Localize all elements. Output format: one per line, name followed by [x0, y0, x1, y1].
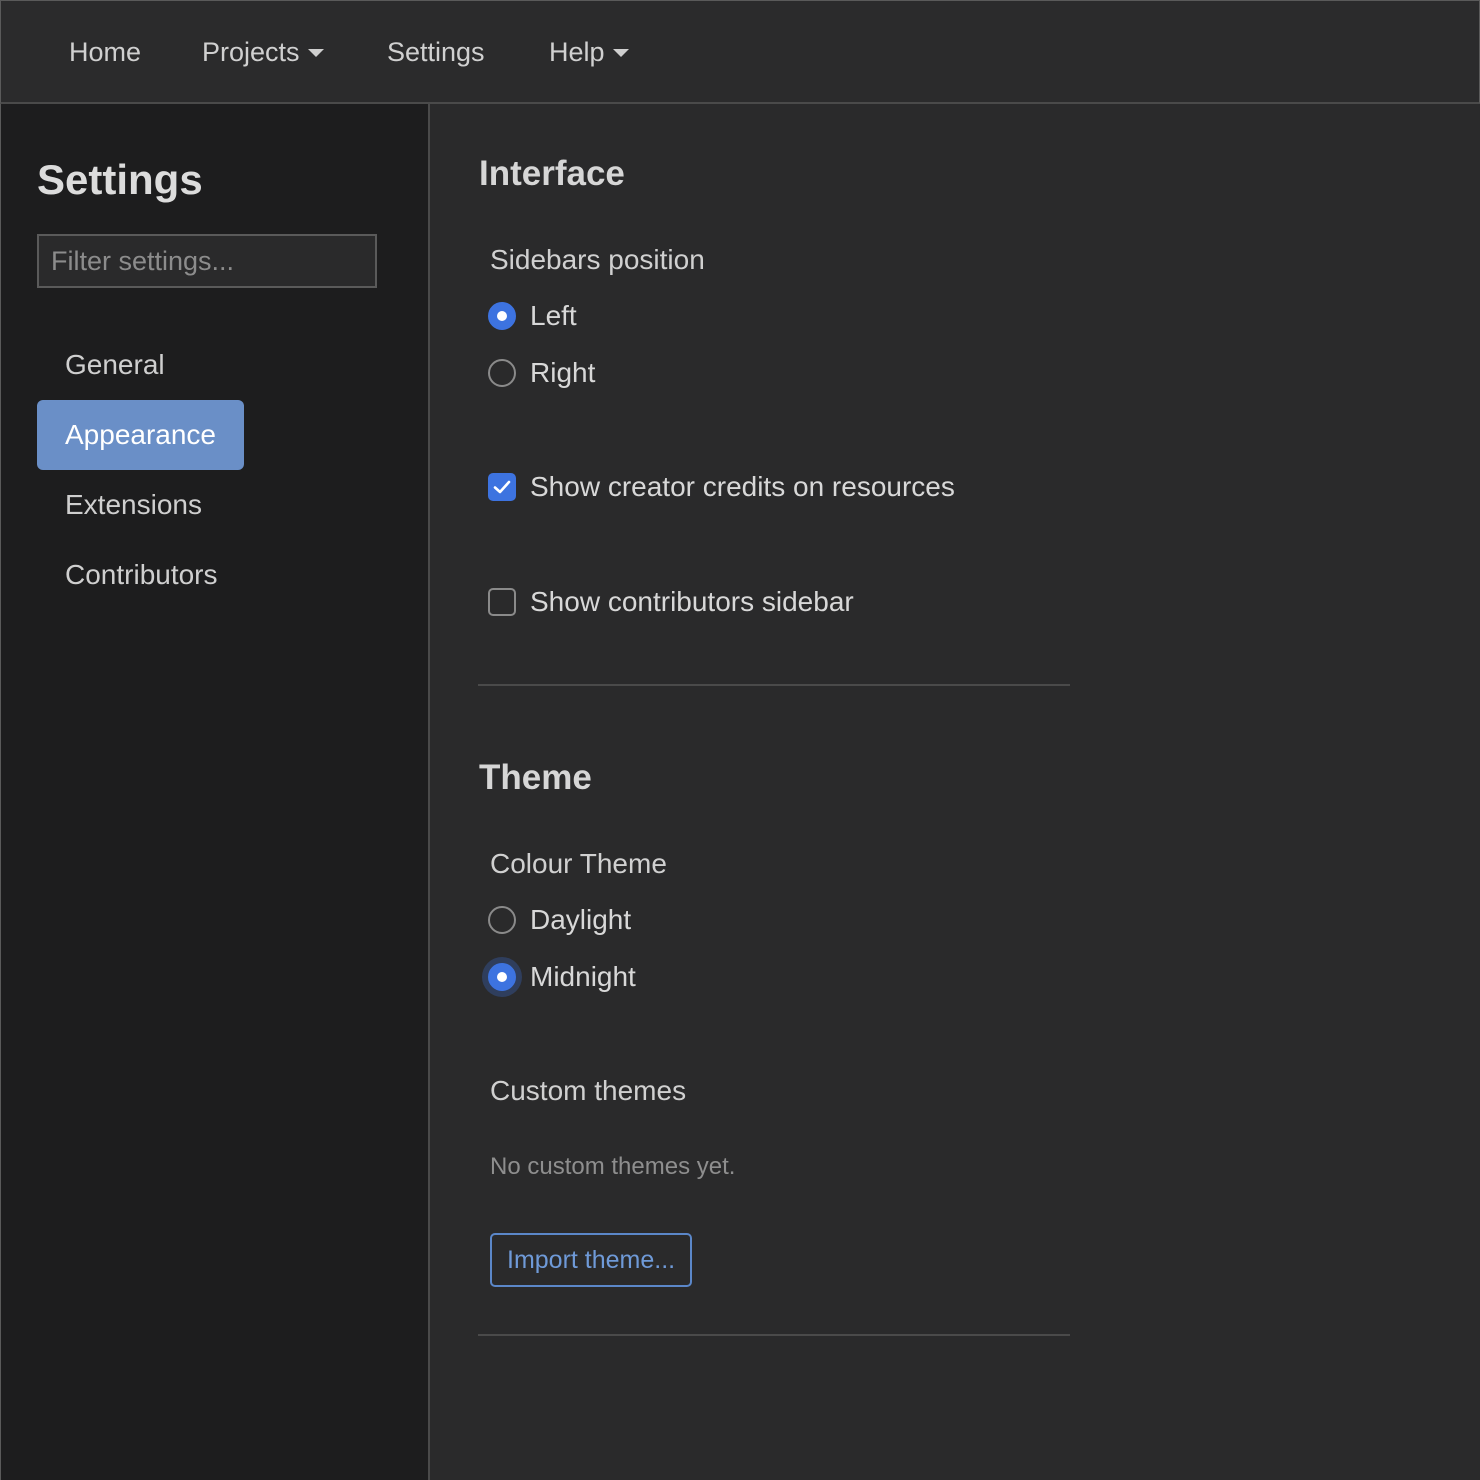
checkmark-icon	[493, 480, 511, 494]
option-label: Midnight	[530, 961, 636, 992]
nav-settings-label: Settings	[387, 37, 485, 67]
caret-down-icon	[307, 49, 324, 57]
nav-home-label: Home	[69, 37, 142, 67]
option-label: Left	[530, 300, 577, 331]
sidebar-position-left-option[interactable]: Left	[488, 296, 577, 336]
nav-home[interactable]: Home	[69, 31, 141, 73]
section-divider	[478, 684, 1070, 686]
radio-button[interactable]	[488, 906, 516, 934]
sidebar-item-label: Contributors	[65, 559, 218, 590]
no-custom-themes-text: No custom themes yet.	[490, 1153, 736, 1180]
sidebar-item-appearance[interactable]: Appearance	[37, 400, 245, 470]
top-navigation-bar: Home Projects Settings Help	[0, 0, 1480, 104]
nav-help-dropdown[interactable]: Help	[549, 31, 629, 73]
radio-button[interactable]	[488, 359, 516, 387]
colour-theme-label: Colour Theme	[490, 848, 667, 879]
radio-button-checked[interactable]	[488, 302, 516, 330]
sidebar-item-label: Appearance	[65, 419, 217, 450]
custom-themes-label: Custom themes	[490, 1075, 687, 1106]
filter-settings-input[interactable]	[37, 234, 377, 288]
option-label: Right	[530, 357, 596, 388]
radio-button-checked[interactable]	[488, 963, 516, 991]
caret-down-icon	[612, 49, 629, 57]
sidebar-item-contributors[interactable]: Contributors	[37, 540, 246, 610]
option-label: Show contributors sidebar	[530, 586, 854, 617]
option-label: Daylight	[530, 904, 632, 935]
checkbox[interactable]	[488, 588, 516, 616]
section-divider	[478, 1334, 1070, 1336]
sidebar-item-label: Extensions	[65, 489, 202, 520]
sidebar-item-extensions[interactable]: Extensions	[37, 470, 230, 540]
sidebars-position-label: Sidebars position	[490, 244, 705, 275]
option-label: Show creator credits on resources	[530, 471, 955, 502]
theme-daylight-option[interactable]: Daylight	[488, 900, 631, 940]
theme-section-title: Theme	[479, 758, 592, 797]
sidebar-title: Settings	[37, 156, 203, 203]
nav-projects-label: Projects	[202, 37, 300, 67]
show-creator-credits-option[interactable]: Show creator credits on resources	[488, 467, 955, 507]
sidebar-item-label: General	[65, 349, 165, 380]
settings-sidebar: Settings General Appearance Extensions C…	[0, 104, 430, 1480]
sidebar-position-right-option[interactable]: Right	[488, 353, 595, 393]
show-contributors-sidebar-option[interactable]: Show contributors sidebar	[488, 582, 854, 622]
checkbox-checked[interactable]	[488, 473, 516, 501]
sidebar-item-general[interactable]: General	[37, 330, 193, 400]
import-theme-button[interactable]: Import theme...	[490, 1233, 693, 1287]
nav-settings[interactable]: Settings	[387, 31, 485, 73]
nav-projects-dropdown[interactable]: Projects	[202, 31, 324, 73]
settings-content: Interface Sidebars position Left Right S…	[432, 104, 1480, 1480]
theme-midnight-option[interactable]: Midnight	[488, 957, 636, 997]
nav-help-label: Help	[549, 37, 605, 67]
interface-section-title: Interface	[479, 154, 625, 193]
